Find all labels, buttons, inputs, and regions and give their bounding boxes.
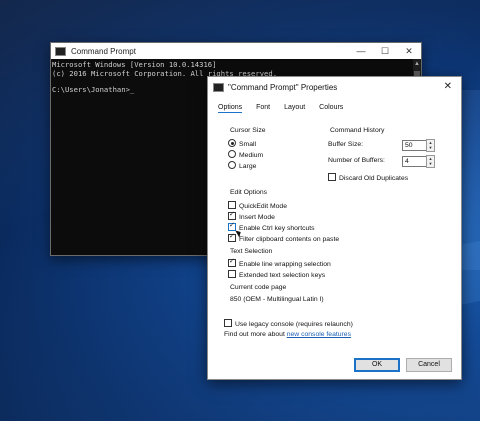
checkbox-icon bbox=[224, 319, 232, 327]
quickedit-checkbox[interactable]: QuickEdit Mode bbox=[228, 201, 287, 210]
checkbox-checked-icon bbox=[228, 210, 236, 220]
extended-selection-keys-checkbox[interactable]: Extended text selection keys bbox=[228, 270, 325, 279]
console-features-link[interactable]: new console features bbox=[287, 331, 351, 338]
command-history-heading: Command History bbox=[330, 127, 385, 134]
minimize-button[interactable]: — bbox=[349, 43, 373, 59]
radio-icon bbox=[228, 161, 236, 169]
checkbox-icon bbox=[228, 270, 236, 278]
num-buffers-label: Number of Buffers: bbox=[328, 157, 385, 164]
console-prompt: C:\Users\Jonathan> bbox=[52, 85, 130, 95]
tab-strip: Options Font Layout Colours bbox=[218, 103, 343, 113]
console-titlebar[interactable]: Command Prompt — ☐ ✕ bbox=[51, 43, 421, 59]
code-page-value: 850 (OEM - Multilingual Latin I) bbox=[230, 296, 324, 303]
checkbox-icon bbox=[228, 201, 236, 209]
tab-font[interactable]: Font bbox=[256, 103, 270, 113]
console-cursor: _ bbox=[129, 85, 135, 95]
radio-icon bbox=[228, 150, 236, 158]
edit-options-heading: Edit Options bbox=[230, 189, 268, 196]
buffer-size-spinner[interactable]: ▲ ▼ bbox=[426, 139, 435, 152]
filter-clipboard-checkbox[interactable]: Filter clipboard contents on paste bbox=[228, 232, 339, 243]
maximize-button[interactable]: ☐ bbox=[373, 43, 397, 59]
cursor-large-radio[interactable]: Large bbox=[228, 161, 256, 170]
checkbox-checked-icon bbox=[228, 257, 236, 267]
legacy-console-checkbox[interactable]: Use legacy console (requires relaunch) bbox=[224, 319, 353, 328]
properties-dialog[interactable]: "Command Prompt" Properties ✕ Options Fo… bbox=[207, 76, 462, 380]
radio-selected-icon bbox=[228, 139, 236, 147]
tab-options[interactable]: Options bbox=[218, 103, 243, 113]
insert-mode-checkbox[interactable]: Insert Mode bbox=[228, 210, 275, 221]
discard-duplicates-checkbox[interactable]: Discard Old Duplicates bbox=[328, 173, 408, 182]
scroll-up-icon[interactable]: ▲ bbox=[414, 61, 420, 67]
checkbox-checked-icon bbox=[228, 232, 236, 242]
ctrl-shortcuts-checkbox[interactable]: Enable Ctrl key shortcuts bbox=[228, 221, 315, 232]
num-buffers-input[interactable]: 4 bbox=[402, 156, 428, 167]
dialog-title: "Command Prompt" Properties bbox=[228, 82, 338, 92]
code-page-heading: Current code page bbox=[230, 284, 287, 291]
find-out-more-text: Find out more about new console features bbox=[224, 331, 351, 338]
cursor-size-heading: Cursor Size bbox=[230, 127, 266, 134]
console-title: Command Prompt bbox=[71, 46, 136, 56]
line-wrap-selection-checkbox[interactable]: Enable line wrapping selection bbox=[228, 257, 331, 268]
ok-button[interactable]: OK bbox=[354, 358, 400, 372]
checkbox-icon bbox=[328, 173, 336, 181]
console-app-icon bbox=[213, 82, 224, 92]
text-selection-heading: Text Selection bbox=[230, 248, 273, 255]
dialog-titlebar[interactable]: "Command Prompt" Properties ✕ bbox=[208, 77, 461, 97]
dialog-close-icon[interactable]: ✕ bbox=[444, 81, 452, 92]
cursor-medium-radio[interactable]: Medium bbox=[228, 150, 263, 159]
console-app-icon[interactable] bbox=[55, 46, 66, 56]
cancel-button[interactable]: Cancel bbox=[406, 358, 452, 372]
cursor-small-radio[interactable]: Small bbox=[228, 139, 256, 148]
buffer-size-label: Buffer Size: bbox=[328, 141, 364, 148]
close-button[interactable]: ✕ bbox=[397, 43, 421, 59]
num-buffers-spinner[interactable]: ▲ ▼ bbox=[426, 155, 435, 168]
tab-layout[interactable]: Layout bbox=[284, 103, 305, 113]
buffer-size-input[interactable]: 50 bbox=[402, 140, 428, 151]
tab-colours[interactable]: Colours bbox=[319, 103, 343, 113]
